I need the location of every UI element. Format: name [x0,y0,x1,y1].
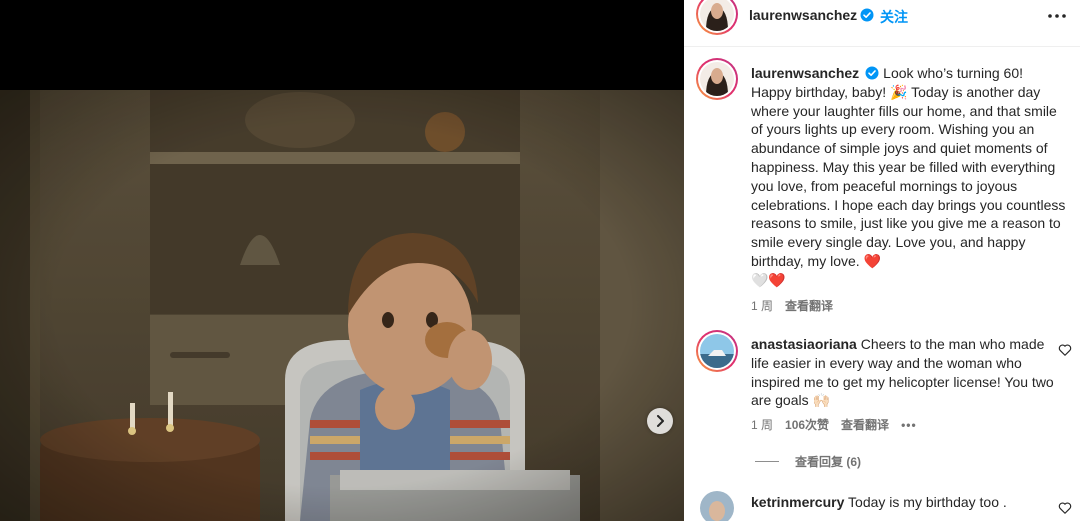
comment-username[interactable]: anastasiaoriana [751,336,857,352]
author-avatar-image [700,0,734,31]
vintage-birthday-photo [0,90,684,521]
comment-item: ketrinmercury Today is my birthday too . [751,493,1061,512]
next-photo-button[interactable] [647,408,673,434]
comment-more-icon[interactable]: ••• [901,418,917,432]
comment-avatar-image [700,334,734,368]
comment-avatar-image [700,491,734,521]
view-replies-button[interactable]: 查看回复 (6) [755,453,861,470]
caption-trailing-emoji: 🤍❤️ [751,272,786,289]
comment-translate-button[interactable]: 查看翻译 [841,418,889,432]
heart-outline-icon[interactable] [1058,343,1072,357]
verified-badge-icon [860,8,874,22]
post-media [0,0,684,521]
chevron-right-icon [657,415,664,427]
instagram-post-view: laurenwsanchez 关注 laurenwsanchez Look wh… [0,0,1080,521]
post-sidebar: laurenwsanchez 关注 laurenwsanchez Look wh… [684,0,1080,521]
comment-item: anastasiaoriana Cheers to the man who ma… [751,335,1061,435]
comment-avatar[interactable] [700,491,734,521]
comment-meta: 1 周 106次赞 查看翻译 ••• [751,416,1061,435]
author-avatar[interactable] [696,0,738,35]
comment-age[interactable]: 1 周 [751,418,773,432]
comment-username[interactable]: ketrinmercury [751,494,844,510]
follow-button[interactable]: 关注 [880,7,908,27]
caption-translate-button[interactable]: 查看翻译 [785,299,833,313]
caption-age[interactable]: 1 周 [751,299,773,313]
caption-username[interactable]: laurenwsanchez [751,65,859,81]
caption-avatar-image [700,62,734,96]
comment-text: Today is my birthday too . [848,494,1007,510]
comment-likes[interactable]: 106次赞 [785,418,829,432]
author-username[interactable]: laurenwsanchez [749,7,857,23]
caption-author-avatar[interactable] [696,58,738,100]
heart-outline-icon[interactable] [1058,501,1072,515]
verified-badge-icon [865,66,879,80]
replies-divider [755,461,779,462]
view-replies-label[interactable]: 查看回复 (6) [795,453,861,470]
post-header: laurenwsanchez 关注 [684,0,1080,47]
comment-avatar[interactable] [696,330,738,372]
more-options-icon[interactable] [1046,5,1068,27]
post-photo[interactable] [0,90,684,521]
caption-text: Look who’s turning 60! Happy birthday, b… [751,65,1066,269]
author-username-link[interactable]: laurenwsanchez [749,7,874,25]
caption-meta: 1 周查看翻译 [751,297,1067,316]
post-caption: laurenwsanchez Look who’s turning 60! Ha… [751,64,1067,315]
